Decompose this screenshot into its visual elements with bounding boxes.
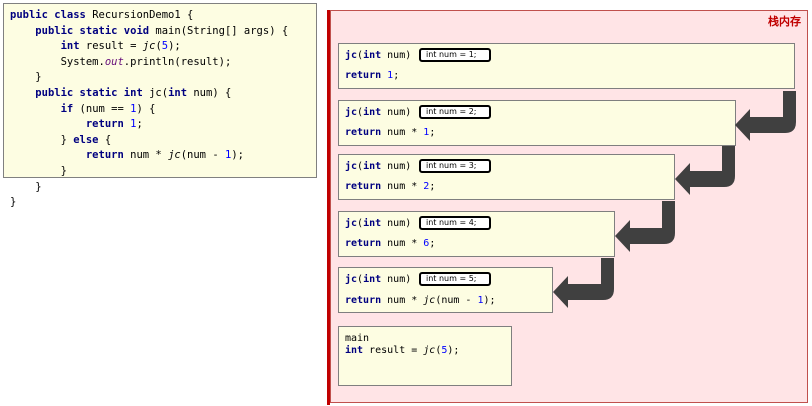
frame-signature: jc(int num) (345, 274, 412, 285)
code-line: } (10, 196, 17, 209)
code-line: public static int jc(int num) { (35, 86, 232, 99)
code-line: public class RecursionDemo1 { (10, 9, 194, 21)
stack-frame-num-5: jc(int num) int num = 5; return num * jc… (338, 267, 553, 313)
code-line: System.out.println(result); (10, 55, 232, 68)
stack-frame-num-3: jc(int num) int num = 3; return num * 2; (338, 154, 675, 200)
code-line: return 1; (85, 118, 143, 131)
frame-signature: main (345, 333, 370, 344)
frame-signature: jc(int num) (345, 161, 412, 172)
code-line: } else { (10, 133, 112, 146)
frame-signature: jc(int num) (345, 218, 412, 229)
frame-body: int result = jc(5); (345, 345, 460, 356)
stack-title: 栈内存 (768, 15, 801, 28)
frame-body: return 1; (345, 70, 400, 81)
frame-local-var-badge: int num = 1; (419, 48, 491, 62)
frame-signature: jc(int num) (345, 50, 412, 61)
code-line: return num * jc(num - 1); (85, 149, 244, 162)
code-line: int result = jc(5); (60, 40, 181, 53)
code-line: public static void main(String[] args) { (35, 24, 289, 37)
frame-local-var-badge: int num = 4; (419, 216, 491, 230)
stack-frame-num-4: jc(int num) int num = 4; return num * 6; (338, 211, 615, 257)
stack-frame-num-1: jc(int num) int num = 1; return 1; (338, 43, 795, 89)
frame-body: return num * 2; (345, 181, 436, 192)
frame-local-var-badge: int num = 2; (419, 105, 491, 119)
frame-local-var-badge: int num = 3; (419, 159, 491, 173)
frame-body: return num * jc(num - 1); (345, 295, 496, 306)
code-line: } (10, 71, 42, 84)
code-line: } (10, 180, 42, 193)
stack-frame-num-2: jc(int num) int num = 2; return num * 1; (338, 100, 736, 146)
frame-signature: jc(int num) (345, 107, 412, 118)
frame-body: return num * 1; (345, 127, 436, 138)
frame-body: return num * 6; (345, 238, 436, 249)
code-panel: public class RecursionDemo1 { public sta… (3, 3, 317, 208)
code-line: } (10, 164, 67, 177)
code-line: if (num == 1) { (60, 102, 156, 115)
frame-local-var-badge: int num = 5; (419, 272, 491, 286)
stack-frame-main: main int result = jc(5); (338, 326, 512, 386)
stack-border-line (327, 10, 330, 405)
